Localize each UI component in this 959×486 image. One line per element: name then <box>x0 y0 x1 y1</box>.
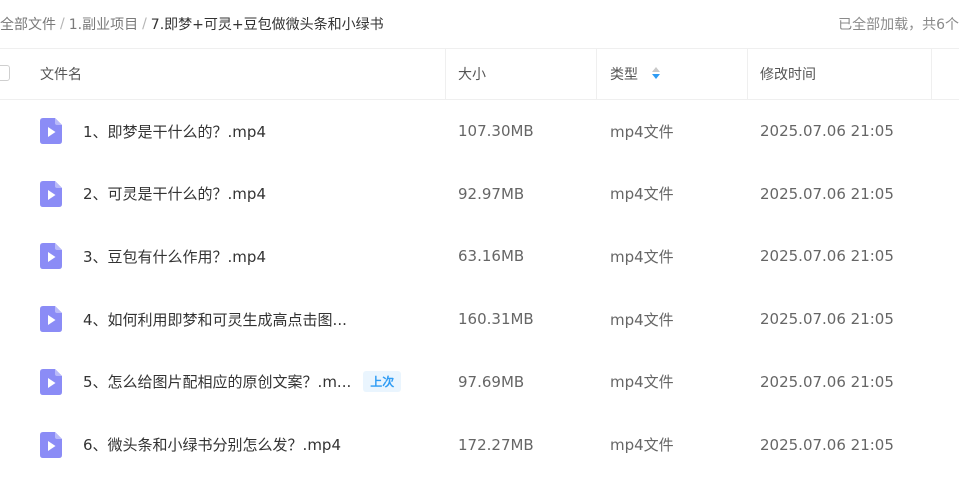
breadcrumb: 全部文件 / 1.副业项目 / 7.即梦+可灵+豆包做微头条和小绿书 <box>0 14 384 34</box>
file-name-label: 5、怎么给图片配相应的原创文案？.m... <box>83 373 352 392</box>
file-name-label: 1、即梦是干什么的？.mp4 <box>83 122 266 141</box>
file-type: mp4文件 <box>610 373 674 392</box>
video-file-icon <box>40 118 62 144</box>
file-type: mp4文件 <box>610 436 674 454</box>
video-file-icon <box>40 180 62 207</box>
table-row[interactable]: 3、豆包有什么作用？.mp4 63.16MB mp4文件 2025.07.06 21:… <box>0 225 959 287</box>
video-file-icon <box>40 306 62 333</box>
column-header-type-label: 类型 <box>610 67 638 83</box>
file-modified-time: 2025.07.06 21:05 <box>760 372 894 391</box>
file-size: 160.31MB <box>458 310 534 329</box>
file-modified-time: 2025.07.06 21:05 <box>760 122 894 140</box>
file-name[interactable]: 2、可灵是干什么的？.mp4 <box>83 163 266 225</box>
file-size: 63.16MB <box>458 247 525 266</box>
breadcrumb-side-projects[interactable]: 1.副业项目 <box>69 14 138 34</box>
file-name-label: 2、可灵是干什么的？.mp4 <box>83 185 266 204</box>
table-row[interactable]: 2、可灵是干什么的？.mp4 92.97MB mp4文件 2025.07.06 21:… <box>0 163 959 225</box>
file-modified-time: 2025.07.06 21:05 <box>760 184 894 203</box>
file-type: mp4文件 <box>610 185 674 204</box>
file-modified-time: 2025.07.06 21:05 <box>760 247 894 266</box>
file-type: mp4文件 <box>610 247 674 266</box>
file-name[interactable]: 5、怎么给图片配相应的原创文案？.m... 上次 <box>83 351 402 413</box>
column-header-modified-label: 修改时间 <box>760 67 816 83</box>
file-name-label: 4、如何利用即梦和可灵生成高点击图... <box>83 310 347 329</box>
file-size: 107.30MB <box>458 122 534 140</box>
breadcrumb-separator: / <box>142 16 147 32</box>
file-size: 97.69MB <box>458 372 525 391</box>
sort-icon[interactable] <box>652 67 660 81</box>
load-status: 已全部加载，共6个 <box>838 17 959 33</box>
top-bar: 全部文件 / 1.副业项目 / 7.即梦+可灵+豆包做微头条和小绿书 已全部加载… <box>0 0 959 48</box>
file-type: mp4文件 <box>610 310 674 329</box>
file-modified-time: 2025.07.06 21:05 <box>760 435 894 454</box>
breadcrumb-current-folder: 7.即梦+可灵+豆包做微头条和小绿书 <box>150 17 384 33</box>
column-header-size-label: 大小 <box>458 67 486 83</box>
file-size: 172.27MB <box>458 435 534 454</box>
file-name[interactable]: 4、如何利用即梦和可灵生成高点击图... <box>83 288 347 350</box>
file-name-label: 6、微头条和小绿书分别怎么发？.mp4 <box>83 436 341 454</box>
video-file-icon <box>40 431 62 458</box>
breadcrumb-all-files[interactable]: 全部文件 <box>0 14 56 34</box>
file-name[interactable]: 3、豆包有什么作用？.mp4 <box>83 225 266 287</box>
column-header-size[interactable]: 大小 <box>446 49 597 99</box>
column-header-type[interactable]: 类型 <box>597 49 748 99</box>
file-size: 92.97MB <box>458 184 525 203</box>
video-file-icon <box>40 368 62 395</box>
select-all-checkbox[interactable] <box>0 65 10 81</box>
breadcrumb-separator: / <box>60 16 65 32</box>
file-name-label: 3、豆包有什么作用？.mp4 <box>83 247 266 266</box>
table-row[interactable]: 4、如何利用即梦和可灵生成高点击图... 160.31MB mp4文件 2025.07… <box>0 288 959 350</box>
last-viewed-badge: 上次 <box>363 371 402 393</box>
file-modified-time: 2025.07.06 21:05 <box>760 310 894 329</box>
column-header-modified[interactable]: 修改时间 <box>748 49 932 99</box>
column-header-name-label: 文件名 <box>40 67 82 83</box>
file-name[interactable]: 6、微头条和小绿书分别怎么发？.mp4 <box>83 414 341 476</box>
table-row[interactable]: 6、微头条和小绿书分别怎么发？.mp4 172.27MB mp4文件 2025.07.… <box>0 414 959 476</box>
file-type: mp4文件 <box>610 122 674 141</box>
table-row[interactable]: 1、即梦是干什么的？.mp4 107.30MB mp4文件 2025.07.06 21… <box>0 100 959 162</box>
table-row[interactable]: 5、怎么给图片配相应的原创文案？.m... 上次 97.69MB mp4文件 2025.… <box>0 351 959 413</box>
file-name[interactable]: 1、即梦是干什么的？.mp4 <box>83 100 266 162</box>
column-header-name[interactable]: 文件名 <box>0 49 446 99</box>
table-header: 文件名 大小 类型 修改时间 <box>0 48 959 100</box>
video-file-icon <box>40 243 62 270</box>
